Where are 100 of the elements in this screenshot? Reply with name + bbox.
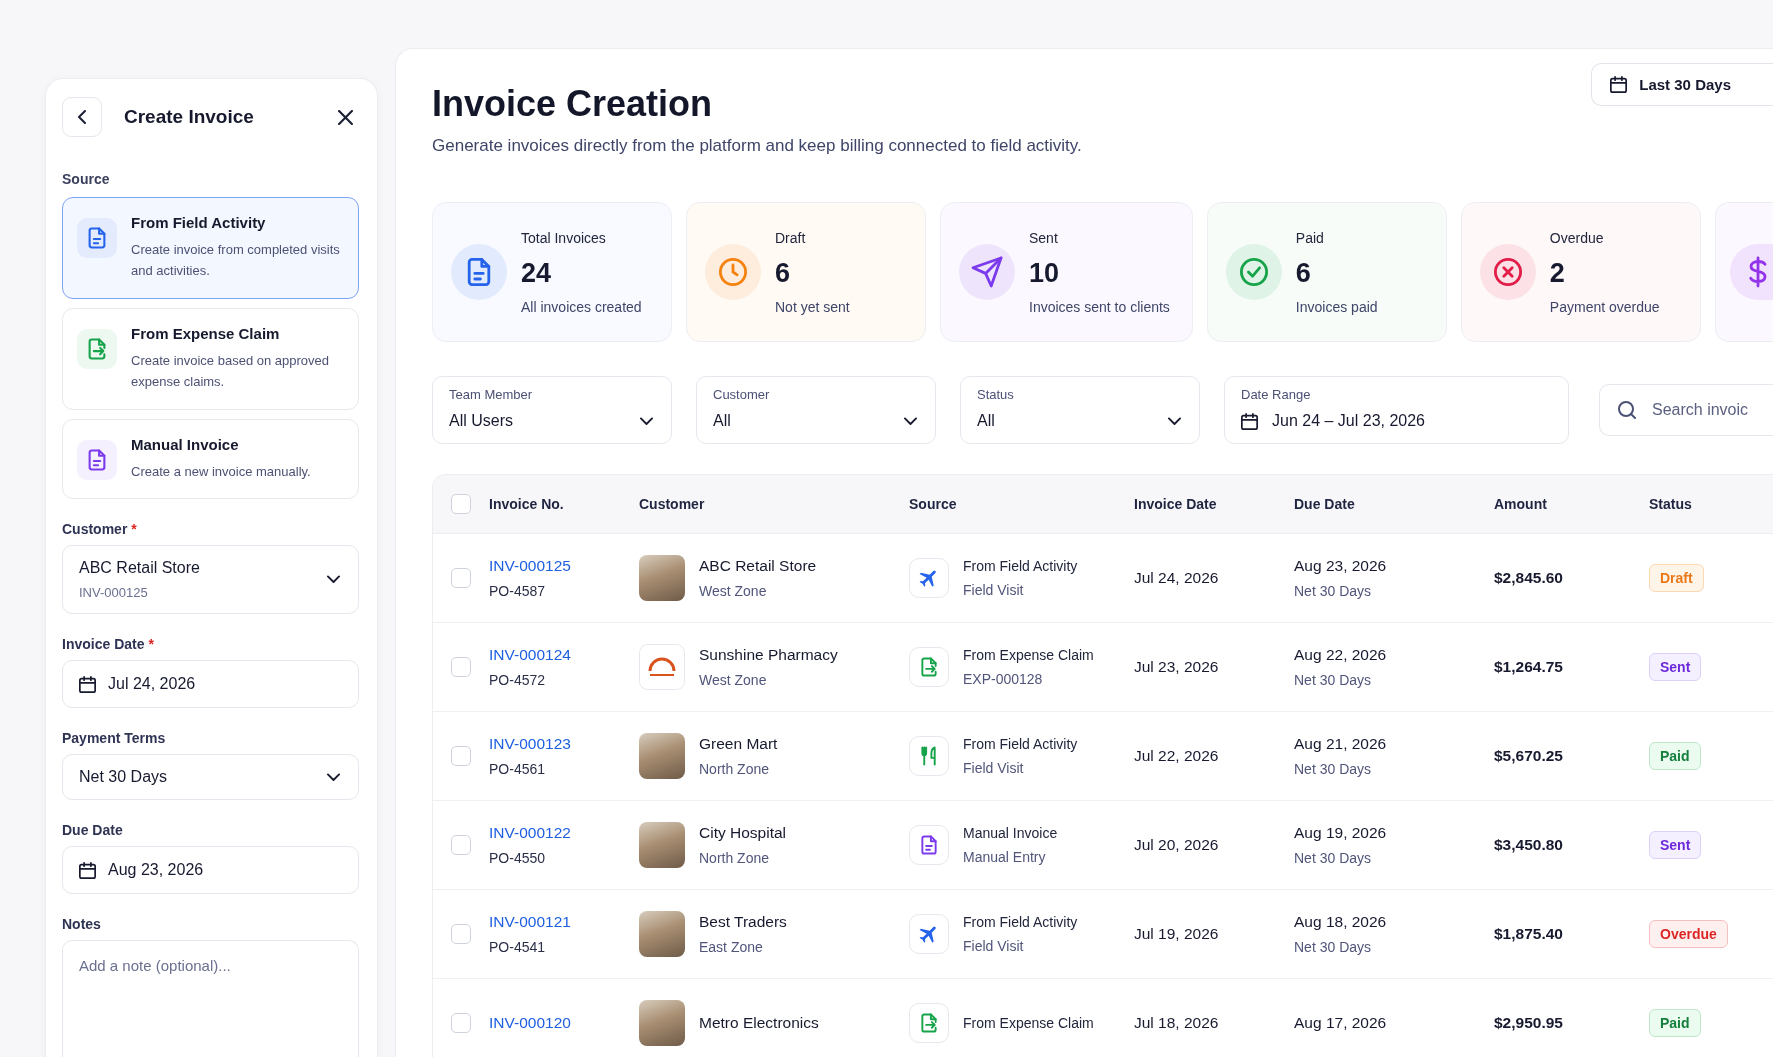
source-detail: Field Visit <box>963 938 1024 955</box>
column-header[interactable]: Source <box>909 496 957 513</box>
amount: $2,845.60 <box>1494 569 1563 588</box>
search-field[interactable]: Search invoic <box>1599 384 1773 437</box>
stat-note: Not yet sent <box>775 298 850 315</box>
stat-label: Paid <box>1295 229 1325 246</box>
status-tag: Draft <box>1649 564 1704 593</box>
stat-note: Payment overdue <box>1549 298 1660 315</box>
invoice-date: Jul 19, 2026 <box>1134 925 1219 944</box>
source-title: From Field Activity <box>963 736 1078 753</box>
row-checkbox[interactable] <box>451 835 471 856</box>
select-all-checkbox[interactable] <box>451 494 471 515</box>
airplane-icon <box>909 558 949 599</box>
customer-zone: West Zone <box>699 672 767 689</box>
invoice-number-link[interactable]: INV-000121 <box>489 913 571 932</box>
stat-label: Total Invoices <box>521 229 607 246</box>
column-header[interactable]: Due Date <box>1294 496 1355 513</box>
field-label: Invoice Date <box>62 636 145 653</box>
row-checkbox[interactable] <box>451 746 471 767</box>
filter-select[interactable]: Status All <box>960 376 1200 445</box>
column-header[interactable]: Customer <box>639 496 705 513</box>
search-icon <box>1618 401 1636 420</box>
source-title: Manual Invoice <box>963 825 1058 842</box>
source-option[interactable]: From Field Activity Create invoice from completed visits and activities. <box>62 197 359 299</box>
due-date: Aug 22, 2026 <box>1294 646 1387 665</box>
notes-field[interactable]: Add a note (optional)... <box>62 940 359 1057</box>
stat-value: 10 <box>1029 257 1061 289</box>
stat-note: Invoices sent to clients <box>1029 298 1170 315</box>
amount: $5,670.25 <box>1494 747 1563 766</box>
due-date: Aug 17, 2026 <box>1294 1014 1387 1033</box>
filter-select[interactable]: Team Member All Users <box>432 376 672 445</box>
status-tag: Overdue <box>1649 920 1728 949</box>
source-detail: Field Visit <box>963 760 1024 777</box>
invoice-date: Jul 24, 2026 <box>1134 569 1219 588</box>
arch-logo-icon <box>639 644 685 691</box>
chevron-down-icon <box>327 575 340 584</box>
date-range-field[interactable]: Date Range Jun 24 – Jul 23, 2026 <box>1224 376 1569 445</box>
stat-value: 2 <box>1549 257 1566 289</box>
amount: $1,264.75 <box>1494 658 1563 677</box>
filter-select[interactable]: Customer All <box>696 376 936 445</box>
row-checkbox[interactable] <box>451 924 471 945</box>
invoice-number-link[interactable]: INV-000122 <box>489 824 571 843</box>
row-checkbox[interactable] <box>451 657 471 678</box>
row-checkbox[interactable] <box>451 568 471 589</box>
due-date: Aug 18, 2026 <box>1294 913 1387 932</box>
photo-placeholder <box>639 1000 685 1047</box>
photo-placeholder <box>639 822 685 869</box>
stat-label: Draft <box>775 229 807 246</box>
select-field[interactable]: ABC Retail Store INV-000125 <box>62 545 359 615</box>
source-option[interactable]: Manual Invoice Create a new invoice manually. <box>62 418 359 500</box>
due-date: Aug 21, 2026 <box>1294 735 1387 754</box>
column-header[interactable]: Invoice Date <box>1134 496 1217 513</box>
payment-terms: Net 30 Days <box>1294 761 1372 778</box>
panel-title: Create Invoice <box>124 106 255 128</box>
select-field[interactable]: Net 30 Days <box>62 754 359 801</box>
column-header[interactable]: Invoice No. <box>489 496 564 513</box>
photo-placeholder <box>639 555 685 602</box>
date-field[interactable]: Jul 24, 2026 <box>62 660 359 709</box>
stat-note: Invoices paid <box>1295 298 1378 315</box>
option-description: Create a new invoice manually. <box>131 462 311 481</box>
calendar-icon <box>79 861 96 879</box>
column-header[interactable]: Status <box>1649 496 1692 513</box>
document-icon <box>909 825 949 866</box>
amount: $2,950.95 <box>1494 1014 1563 1033</box>
status-tag: Paid <box>1649 1009 1701 1038</box>
calendar-icon <box>1610 76 1628 93</box>
po-number: PO-4561 <box>489 761 546 778</box>
airplane-icon <box>909 914 949 955</box>
row-checkbox[interactable] <box>451 1013 471 1034</box>
stat-value: 6 <box>775 257 792 289</box>
date-field[interactable]: Aug 23, 2026 <box>62 846 359 895</box>
source-detail: Field Visit <box>963 582 1024 599</box>
status-tag: Paid <box>1649 742 1701 771</box>
required-mark: * <box>131 521 137 538</box>
invoice-number-link[interactable]: INV-000120 <box>489 1014 571 1033</box>
payment-terms: Net 30 Days <box>1294 583 1372 600</box>
amount: $1,875.40 <box>1494 925 1563 944</box>
invoice-number-link[interactable]: INV-000124 <box>489 646 571 665</box>
source-option[interactable]: From Expense Claim Create invoice based on approved expense claims. <box>62 307 359 410</box>
column-header[interactable]: Amount <box>1494 496 1547 513</box>
po-number: PO-4550 <box>489 850 546 867</box>
required-mark: * <box>148 636 154 653</box>
date-period-button[interactable]: Last 30 Days <box>1591 63 1773 106</box>
close-button[interactable] <box>338 109 353 125</box>
fork-knife-icon <box>909 736 949 777</box>
status-tag: Sent <box>1649 653 1702 682</box>
page-title: Invoice Creation <box>432 83 714 125</box>
field-label: Payment Terms <box>62 730 166 747</box>
customer-zone: North Zone <box>699 761 770 778</box>
invoice-date: Jul 18, 2026 <box>1134 1014 1219 1033</box>
back-button[interactable] <box>62 97 102 137</box>
invoice-number-link[interactable]: INV-000123 <box>489 735 571 754</box>
stat-value: 24 <box>521 257 553 289</box>
invoice-number-link[interactable]: INV-000125 <box>489 557 571 576</box>
photo-placeholder <box>639 733 685 780</box>
dollar-icon <box>1729 244 1773 301</box>
invoice-date: Jul 20, 2026 <box>1134 836 1219 855</box>
po-number: PO-4572 <box>489 672 546 689</box>
customer-name: Sunshine Pharmacy <box>699 646 838 665</box>
invoice-date: Jul 23, 2026 <box>1134 658 1219 677</box>
